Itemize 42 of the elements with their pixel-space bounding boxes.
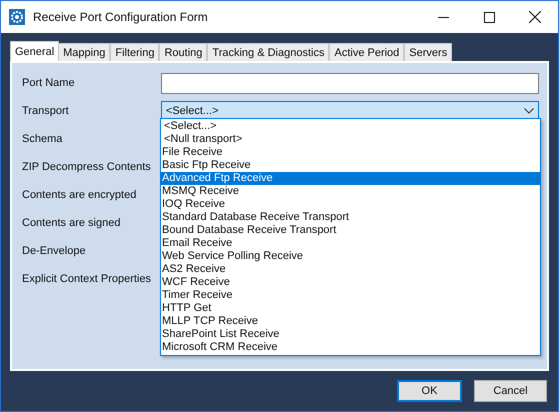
dropdown-option[interactable]: <Null transport> (161, 133, 540, 146)
chevron-icon (524, 108, 534, 114)
dropdown-option[interactable]: Bound Database Receive Transport (161, 224, 540, 237)
window-title: Receive Port Configuration Form (33, 10, 209, 24)
gear-icon (9, 9, 25, 25)
dropdown-option[interactable]: MSMQ Receive (161, 185, 540, 198)
dropdown-option[interactable]: Standard Database Receive Transport (161, 211, 540, 224)
field-label: Port Name (22, 77, 76, 89)
dropdown-option[interactable]: Basic Ftp Receive (161, 159, 540, 172)
dropdown-option[interactable]: HTTP Get (161, 302, 540, 315)
field-label: ZIP Decompress Contents (22, 161, 152, 173)
dropdown-option[interactable]: AS2 Receive (161, 263, 540, 276)
dropdown-option[interactable]: WCF Receive (161, 276, 540, 289)
field-label: Contents are encrypted (22, 189, 138, 201)
dropdown-option[interactable]: Microsoft CRM Receive (161, 341, 540, 354)
dropdown-option[interactable]: Advanced Ftp Receive (161, 172, 540, 185)
tab[interactable]: Servers (404, 43, 452, 61)
dropdown-option[interactable]: <Select...> (161, 120, 540, 133)
tab[interactable]: General (10, 41, 60, 61)
close-icon (529, 11, 541, 23)
tab[interactable]: Mapping (58, 43, 110, 61)
tab[interactable]: Tracking & Diagnostics (207, 43, 330, 61)
tab[interactable]: Routing (159, 43, 208, 61)
field-label: Contents are signed (22, 217, 122, 229)
dropdown-option[interactable]: File Receive (161, 146, 540, 159)
dropdown-option[interactable]: SharePoint List Receive (161, 328, 540, 341)
field-label: Transport (22, 105, 70, 117)
field-label: Explicit Context Properties (22, 273, 152, 285)
dropdown-option[interactable]: Web Service Polling Receive (161, 250, 540, 263)
tab[interactable]: Active Period (329, 43, 404, 61)
dialog-button[interactable]: Cancel (474, 380, 547, 402)
field-label: De-Envelope (22, 245, 87, 257)
minimize-icon (438, 16, 448, 18)
field-label: Schema (22, 133, 64, 145)
dropdown-option[interactable]: Timer Receive (161, 289, 540, 302)
dialog-button[interactable]: OK (397, 380, 462, 402)
tab[interactable]: Filtering (110, 43, 160, 61)
dropdown-option[interactable]: IOQ Receive (161, 198, 540, 211)
dropdown-option[interactable]: MLLP TCP Receive (161, 315, 540, 328)
input-field[interactable] (160, 72, 539, 94)
maximize-icon (484, 12, 494, 22)
dropdown-option[interactable]: Email Receive (161, 237, 540, 250)
